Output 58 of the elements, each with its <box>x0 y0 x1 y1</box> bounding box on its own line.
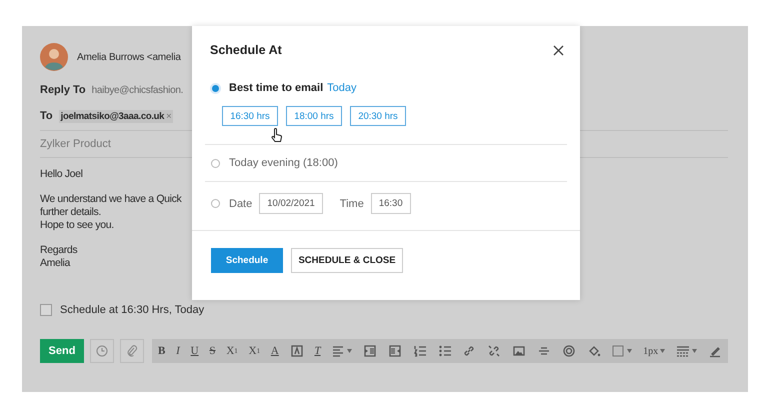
bold-button[interactable]: B <box>158 345 166 357</box>
image-icon[interactable] <box>512 344 526 358</box>
caret-icon[interactable] <box>660 349 666 353</box>
unlink-icon[interactable] <box>487 344 502 358</box>
send-button[interactable]: Send <box>40 339 84 363</box>
close-icon[interactable] <box>553 44 564 56</box>
italic-button[interactable]: I <box>176 345 180 357</box>
caret-icon[interactable] <box>692 349 697 353</box>
caret-icon[interactable] <box>347 349 352 353</box>
schedule-checkbox[interactable] <box>40 304 52 316</box>
time-slot-button[interactable]: 16:30 hrs <box>222 106 278 126</box>
schedule-close-button[interactable]: SCHEDULE & CLOSE <box>291 248 403 273</box>
align-icon[interactable] <box>331 344 346 358</box>
body-text-line: Hello Joel <box>40 168 83 181</box>
radio-button[interactable] <box>211 199 220 208</box>
reply-to-label: Reply To <box>40 84 86 96</box>
line-style-icon[interactable] <box>676 344 690 358</box>
bullet-list-icon[interactable] <box>438 344 452 358</box>
strikethrough-button[interactable]: S <box>209 345 216 357</box>
recipient-chip[interactable]: joelmatsiko@3aaa.co.uk × <box>58 110 174 122</box>
paint-bucket-icon[interactable] <box>586 344 601 358</box>
body-text-line: Regards <box>40 244 78 257</box>
time-field[interactable]: 16:30 <box>370 193 411 214</box>
paperclip-icon[interactable] <box>126 345 138 357</box>
body-text-line: Amelia <box>40 257 70 270</box>
body-text-line: further details. <box>40 206 101 219</box>
radio-button[interactable] <box>211 158 220 168</box>
link-icon[interactable] <box>462 344 476 358</box>
option-label: Today evening (18:00) <box>229 157 338 169</box>
subject-text: Zylker Product <box>40 138 111 150</box>
sender-name: Amelia Burrows <amelia <box>77 52 181 62</box>
time-slot-button[interactable]: 20:30 hrs <box>350 106 406 126</box>
numbered-list-icon[interactable] <box>412 344 427 358</box>
option-label: Best time to email <box>229 82 324 94</box>
highlight-icon[interactable] <box>290 344 304 358</box>
option-label: Date <box>229 198 252 210</box>
body-text-line: Hope to see you. <box>40 219 114 232</box>
underline-button[interactable]: U <box>190 345 199 357</box>
clear-format-button[interactable]: T <box>314 345 321 357</box>
dialog-title: Schedule At <box>210 43 282 57</box>
hand-cursor-icon <box>271 128 283 143</box>
indent-icon[interactable] <box>363 344 378 358</box>
border-icon[interactable] <box>611 344 626 358</box>
to-label: To <box>40 110 53 122</box>
avatar <box>40 43 68 71</box>
day-label: Today <box>327 82 356 94</box>
date-field[interactable]: 10/02/2021 <box>259 193 323 214</box>
schedule-button[interactable]: Schedule <box>211 248 283 273</box>
checkbox-label: Schedule at 16:30 Hrs, Today <box>60 304 204 316</box>
border-width-button[interactable]: 1px <box>643 346 666 356</box>
outdent-icon[interactable] <box>388 344 402 358</box>
time-slot-button[interactable]: 18:00 hrs <box>286 106 342 126</box>
time-label: Time <box>340 198 364 210</box>
caret-icon[interactable] <box>627 349 632 353</box>
reply-to-address: haibye@chicsfashion. <box>92 84 184 96</box>
clock-icon[interactable] <box>96 345 108 357</box>
body-text-line: We understand we have a Quick <box>40 193 182 206</box>
font-color-button[interactable]: A <box>270 345 279 357</box>
